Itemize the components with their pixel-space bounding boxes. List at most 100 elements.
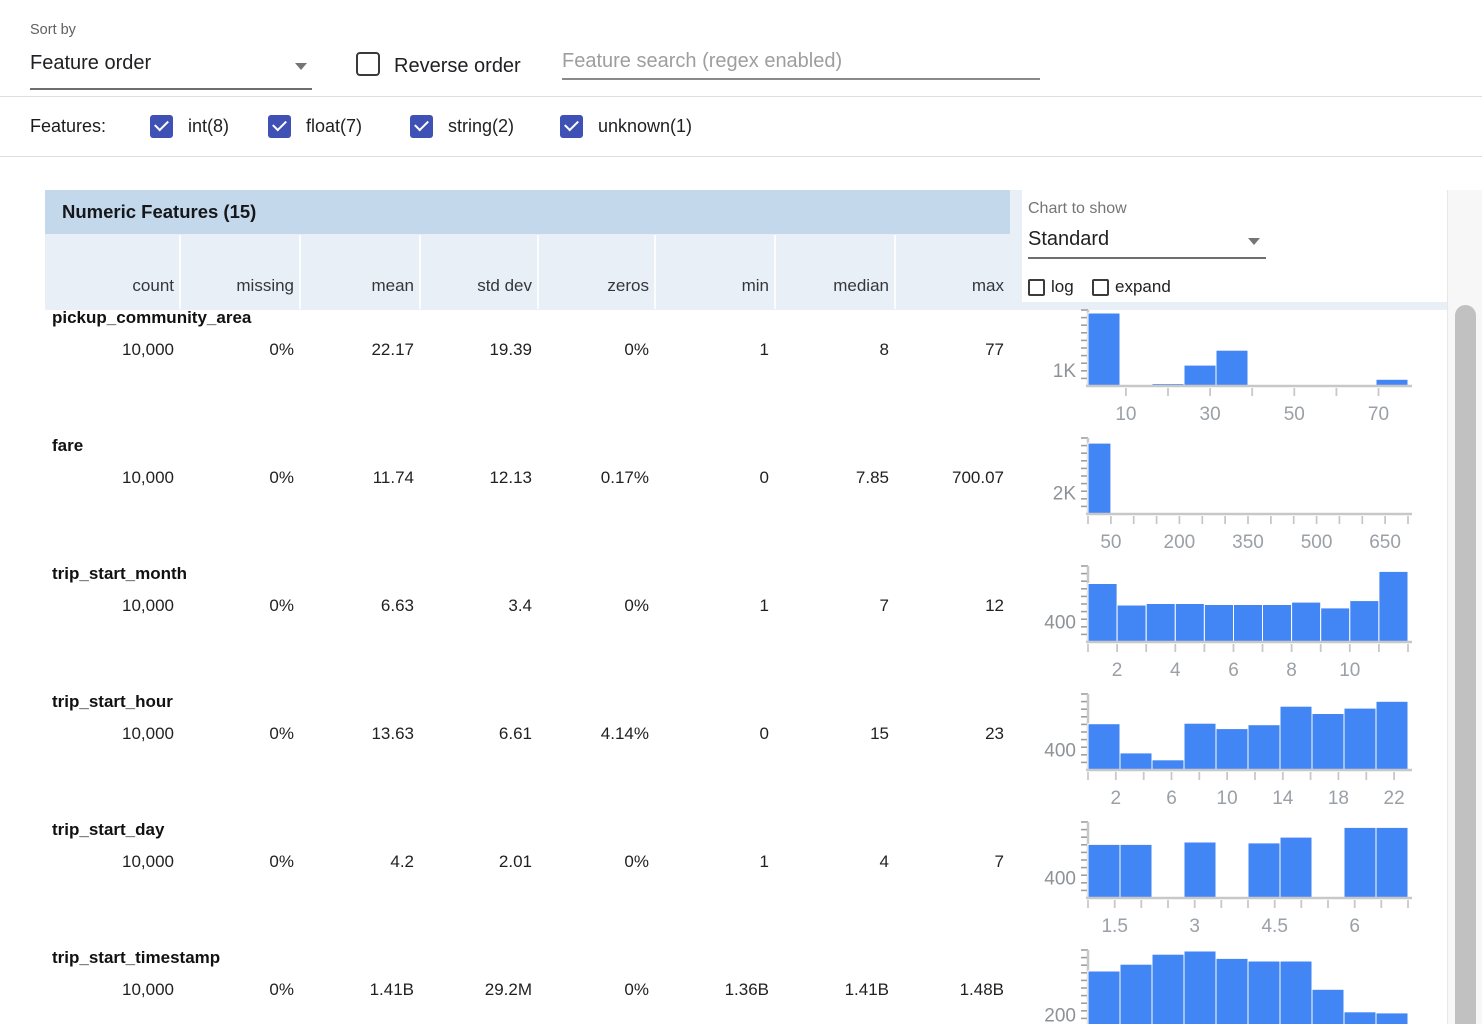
stat-missing: 0% (180, 724, 294, 744)
feature-type-filter: unknown(1) (560, 113, 692, 139)
svg-text:400: 400 (1044, 613, 1076, 634)
svg-text:2K: 2K (1053, 484, 1077, 505)
stat-min: 1 (655, 596, 769, 616)
svg-text:350: 350 (1232, 532, 1264, 553)
feature-type-checkbox[interactable] (560, 115, 583, 138)
column-divider (774, 235, 776, 309)
scrollbar-thumb[interactable] (1455, 305, 1476, 1024)
stat-missing: 0% (180, 980, 294, 1000)
svg-text:4.5: 4.5 (1261, 916, 1287, 937)
feature-name: pickup_community_area (52, 308, 251, 328)
svg-text:8: 8 (1286, 660, 1297, 681)
svg-text:14: 14 (1272, 788, 1294, 809)
column-header-zeros[interactable]: zeros (538, 234, 649, 310)
log-checkbox[interactable] (1028, 279, 1045, 296)
sort-by-value: Feature order (30, 52, 151, 74)
column-header-max[interactable]: max (895, 234, 1004, 310)
stat-mean: 4.2 (300, 852, 414, 872)
svg-text:200: 200 (1164, 532, 1196, 553)
svg-text:3: 3 (1189, 916, 1200, 937)
stat-missing: 0% (180, 596, 294, 616)
feature-type-filter: float(7) (268, 113, 362, 139)
stat-mean: 11.74 (300, 468, 414, 488)
svg-text:10: 10 (1115, 404, 1136, 425)
stat-max: 700.07 (895, 468, 1004, 488)
histogram-fare: 502003505006502K (1040, 434, 1412, 562)
svg-text:10: 10 (1339, 660, 1360, 681)
sort-by-label: Sort by (30, 22, 76, 38)
stat-mean: 1.41B (300, 980, 414, 1000)
histogram-trip_start_month: 2 4 6 8 10 400 (1040, 562, 1412, 690)
svg-text:10: 10 (1217, 788, 1238, 809)
numeric-features-title-bar: Numeric Features (15) (45, 190, 1010, 234)
stat-max: 23 (895, 724, 1004, 744)
chart-type-dropdown[interactable]: Standard (1028, 228, 1268, 258)
svg-text:18: 18 (1328, 788, 1349, 809)
feature-type-checkbox[interactable] (410, 115, 433, 138)
stat-min: 0 (655, 468, 769, 488)
stat-count: 10,000 (45, 596, 174, 616)
column-divider (654, 235, 656, 309)
feature-type-filter: string(2) (410, 113, 514, 139)
stat-missing: 0% (180, 468, 294, 488)
column-header-count[interactable]: count (45, 234, 174, 310)
histogram-trip_start_day: 1.534.56400 (1040, 818, 1412, 946)
svg-text:50: 50 (1284, 404, 1305, 425)
svg-text:6: 6 (1349, 916, 1360, 937)
column-header-min[interactable]: min (655, 234, 769, 310)
feature-name: fare (52, 436, 83, 456)
stat-missing: 0% (180, 340, 294, 360)
stat-max: 12 (895, 596, 1004, 616)
feature-type-checkbox[interactable] (150, 115, 173, 138)
svg-text:4: 4 (1170, 660, 1181, 681)
stat-count: 10,000 (45, 468, 174, 488)
stat-mean: 22.17 (300, 340, 414, 360)
feature-type-label: int(8) (188, 116, 229, 137)
feature-search-input[interactable] (562, 50, 1040, 73)
stat-count: 10,000 (45, 852, 174, 872)
stat-zeros: 0% (538, 596, 649, 616)
features-bar-label: Features: (30, 116, 106, 137)
column-header-missing[interactable]: missing (180, 234, 294, 310)
column-header-std-dev[interactable]: std dev (420, 234, 532, 310)
stat-count: 10,000 (45, 340, 174, 360)
stat-median: 1.41B (775, 980, 889, 1000)
svg-text:6: 6 (1228, 660, 1239, 681)
svg-text:200: 200 (1044, 1006, 1076, 1024)
feature-type-label: unknown(1) (598, 116, 692, 137)
histogram-trip_start_timestamp: 200 (1040, 946, 1412, 1024)
stat-median: 15 (775, 724, 889, 744)
sort-by-underline (30, 88, 312, 90)
feature-type-checkbox[interactable] (268, 115, 291, 138)
svg-text:2: 2 (1112, 660, 1123, 681)
chart-to-show-label: Chart to show (1028, 200, 1127, 218)
stat-min: 0 (655, 724, 769, 744)
svg-text:6: 6 (1166, 788, 1177, 809)
stat-zeros: 4.14% (538, 724, 649, 744)
stat-min: 1 (655, 340, 769, 360)
sort-by-dropdown[interactable]: Feature order (30, 52, 312, 90)
stat-median: 4 (775, 852, 889, 872)
expand-checkbox[interactable] (1092, 279, 1109, 296)
stat-std_dev: 6.61 (420, 724, 532, 744)
feature-name: trip_start_hour (52, 692, 173, 712)
feature-type-filter: int(8) (150, 113, 229, 139)
chart-controls-panel: Chart to show Standard log expand (1022, 190, 1447, 302)
stat-zeros: 0% (538, 980, 649, 1000)
stat-mean: 6.63 (300, 596, 414, 616)
stat-min: 1.36B (655, 980, 769, 1000)
column-divider (537, 235, 539, 309)
column-header-mean[interactable]: mean (300, 234, 414, 310)
features-bar-divider (0, 156, 1482, 157)
svg-text:1K: 1K (1053, 361, 1077, 382)
column-divider (299, 235, 301, 309)
stat-max: 7 (895, 852, 1004, 872)
svg-text:30: 30 (1200, 404, 1221, 425)
reverse-order-checkbox[interactable] (356, 52, 380, 76)
chart-type-value: Standard (1028, 228, 1109, 250)
reverse-order-label: Reverse order (394, 55, 521, 78)
topbar-divider (0, 96, 1482, 97)
feature-type-label: string(2) (448, 116, 514, 137)
column-header-median[interactable]: median (775, 234, 889, 310)
log-label: log (1051, 277, 1074, 297)
